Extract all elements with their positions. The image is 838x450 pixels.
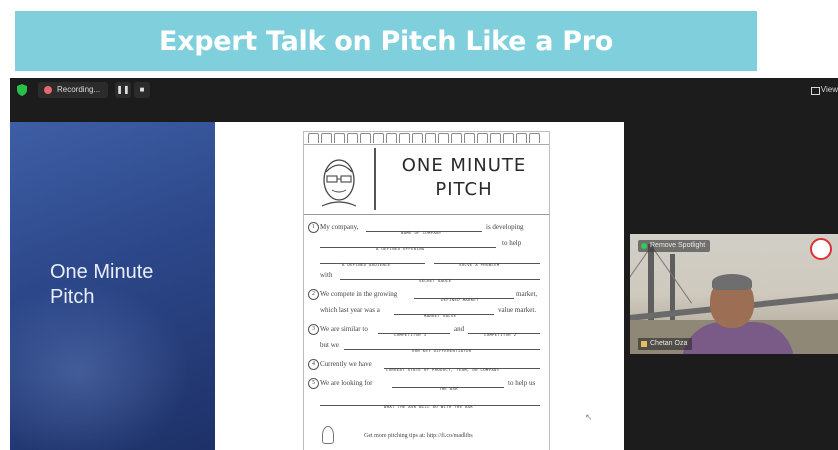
- blank-hint: WHAT THE ASK WILL DO WITH THE ASK: [384, 406, 474, 410]
- blank-hint: OUR KEY DIFFERENTIATOR: [412, 350, 472, 354]
- step-number: 5: [308, 378, 319, 389]
- worksheet-row-8: but we OUR KEY DIFFERENTIATOR: [304, 340, 549, 354]
- view-options-button[interactable]: View: [807, 81, 838, 99]
- row-text: My company,: [320, 223, 359, 231]
- step-number: 1: [308, 222, 319, 233]
- recording-indicator[interactable]: Recording...: [38, 82, 108, 98]
- worksheet-row-4: with SECRET SAUCE: [304, 270, 549, 284]
- worksheet-row-5: 2 We compete in the growing DEFINED MARK…: [304, 289, 549, 303]
- row-text-after: is developing: [486, 223, 524, 231]
- event-title: Expert Talk on Pitch Like a Pro: [158, 25, 613, 57]
- step-number: 4: [308, 359, 319, 370]
- worksheet-row-9: 4 Currently we have CURRENT STATE OF PRO…: [304, 359, 549, 373]
- row-text: We are similar to: [320, 325, 368, 333]
- spotlight-label: Remove Spotlight: [650, 242, 706, 249]
- row-text-after: market,: [516, 290, 538, 298]
- blank-hint: THE ASK: [439, 388, 458, 392]
- slide-title-panel: One Minute Pitch: [10, 122, 215, 450]
- slide-title: One Minute Pitch: [50, 261, 154, 308]
- worksheet-row-6: which last year was a MARKET VALUE value…: [304, 305, 549, 319]
- lightbulb-icon: [322, 426, 334, 444]
- blank-hint: MARKET VALUE: [424, 315, 457, 319]
- face-illustration-icon: [321, 159, 357, 207]
- pause-icon[interactable]: ❚❚: [115, 82, 131, 98]
- row-text: We are looking for: [320, 379, 373, 387]
- row-text: but we: [320, 341, 339, 349]
- blank-hint: A DEFINED AUDIENCE: [342, 264, 391, 268]
- worksheet-header: ONE MINUTE PITCH: [304, 144, 549, 215]
- step-number: 2: [308, 289, 319, 300]
- worksheet-row-7: 3 We are similar to COMPETITOR 1 and COM…: [304, 324, 549, 338]
- recording-label: Recording...: [57, 85, 101, 94]
- worksheet-row-3: A DEFINED AUDIENCE SOLVE A PROBLEM: [304, 254, 549, 268]
- worksheet-title: ONE MINUTE PITCH: [401, 155, 527, 200]
- blank-hint: A DEFINED OFFERING: [376, 248, 425, 252]
- participant-video-tile[interactable]: Remove Spotlight Chetan Oza: [630, 234, 838, 354]
- view-label: View: [820, 85, 838, 94]
- blank-hint: DEFINED MARKET: [441, 299, 479, 303]
- zoom-meeting-window: Recording... ❚❚ ■ View One Minute Pitch: [10, 78, 838, 450]
- shared-screen: One Minute Pitch ONE MINUTE PITCH 1 My c…: [10, 122, 624, 450]
- recording-dot-icon: [44, 86, 52, 94]
- blank-hint: CURRENT STATE OF PRODUCT, TEAM, OR COMPA…: [386, 369, 500, 373]
- row-text: with: [320, 271, 333, 279]
- worksheet-row-10: 5 We are looking for THE ASK to help us: [304, 378, 549, 392]
- participant-name: Chetan Oza: [650, 340, 688, 347]
- stop-icon[interactable]: ■: [134, 82, 150, 98]
- row-text-mid: and: [454, 325, 465, 333]
- meeting-top-bar: Recording... ❚❚ ■ View: [10, 78, 838, 102]
- worksheet-footer: Get more pitching tips at: http://fi.co/…: [364, 433, 473, 439]
- channel-logo-icon: [810, 238, 832, 260]
- row-text-after: to help us: [508, 379, 536, 387]
- header-divider: [374, 148, 376, 210]
- worksheet-page: ONE MINUTE PITCH 1 My company, NAME OF C…: [303, 131, 550, 450]
- mouse-cursor-icon: ↖: [585, 412, 593, 422]
- row-text-after: to help: [502, 239, 522, 247]
- blank-hint: COMPETITOR 2: [484, 334, 517, 338]
- event-title-banner: Expert Talk on Pitch Like a Pro: [15, 11, 757, 71]
- row-text: which last year was a: [320, 306, 380, 314]
- participant-name-tag: Chetan Oza: [638, 338, 693, 350]
- blank-hint: SECRET SAUCE: [419, 280, 452, 284]
- row-text: Currently we have: [320, 360, 372, 368]
- participant-hair: [712, 274, 752, 290]
- row-text: We compete in the growing: [320, 290, 398, 298]
- security-shield-icon[interactable]: [17, 84, 27, 96]
- blank-hint: SOLVE A PROBLEM: [459, 264, 500, 268]
- worksheet-row-2: A DEFINED OFFERING to help: [304, 238, 549, 252]
- row-text-after: value market.: [498, 306, 537, 314]
- step-number: 3: [308, 324, 319, 335]
- worksheet-row-1: 1 My company, NAME OF COMPANY is develop…: [304, 222, 549, 236]
- blank-hint: NAME OF COMPANY: [401, 232, 442, 236]
- remove-spotlight-button[interactable]: Remove Spotlight: [638, 240, 711, 252]
- worksheet-row-11: WHAT THE ASK WILL DO WITH THE ASK: [304, 396, 549, 410]
- blank-hint: COMPETITOR 1: [394, 334, 427, 338]
